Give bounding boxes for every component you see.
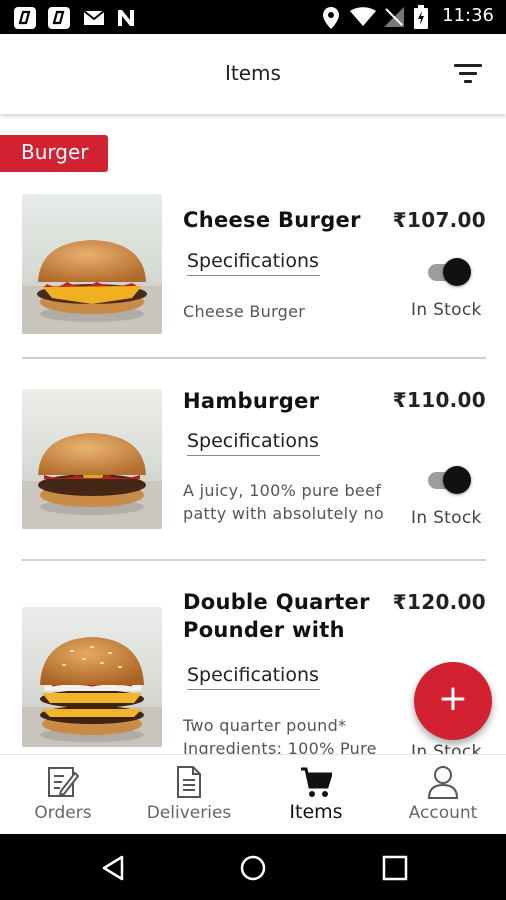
bottom-navigation: Orders Deliveries Items Account	[0, 754, 506, 834]
nav-item-account[interactable]: Account	[380, 755, 506, 835]
notification-app-icon	[14, 7, 36, 29]
back-icon[interactable]	[100, 854, 128, 882]
stock-label: In Stock	[411, 742, 482, 754]
category-tag: Burger	[0, 135, 108, 172]
nav-item-deliveries[interactable]: Deliveries	[126, 755, 252, 835]
item-description: Cheese Burger	[183, 302, 306, 321]
page-title: Items	[225, 61, 281, 85]
no-signal-icon	[384, 7, 404, 31]
battery-charging-icon	[414, 5, 428, 33]
recents-icon[interactable]	[381, 854, 409, 882]
account-icon	[427, 765, 459, 799]
item-name: Cheese Burger	[183, 208, 361, 232]
notification-app-icon	[48, 7, 70, 29]
item-price: ₹107.00	[392, 208, 486, 232]
filter-icon	[454, 64, 482, 67]
stock-toggle[interactable]	[426, 465, 472, 495]
plus-icon: +	[437, 678, 469, 719]
item-image	[22, 607, 162, 747]
nav-item-orders[interactable]: Orders	[0, 755, 126, 835]
status-time: 11:36	[442, 5, 494, 26]
specifications-button[interactable]: Specifications	[187, 250, 320, 276]
item-price: ₹110.00	[392, 388, 486, 412]
item-image	[22, 389, 162, 529]
nav-label: Orders	[34, 803, 92, 823]
n-app-icon	[115, 7, 137, 29]
app-bar: Items	[0, 34, 506, 114]
nav-item-items[interactable]: Items	[253, 755, 379, 835]
mail-icon	[83, 7, 105, 29]
item-name: Double Quarter Pounder with	[183, 590, 370, 642]
stock-toggle[interactable]	[426, 257, 472, 287]
deliveries-icon	[173, 765, 205, 799]
cart-icon	[300, 765, 334, 799]
location-icon	[322, 6, 340, 34]
toggle-knob	[443, 466, 471, 494]
toggle-knob	[443, 258, 471, 286]
divider	[22, 559, 486, 561]
wifi-icon	[350, 7, 376, 31]
item-price: ₹120.00	[392, 590, 486, 614]
home-icon[interactable]	[239, 854, 267, 882]
filter-button[interactable]	[454, 60, 484, 86]
nav-label: Items	[289, 801, 343, 823]
item-name: Hamburger	[183, 389, 320, 413]
stock-label: In Stock	[411, 508, 482, 528]
status-bar: 11:36	[0, 0, 506, 34]
specifications-button[interactable]: Specifications	[187, 664, 320, 690]
nav-label: Account	[408, 803, 478, 823]
orders-icon	[47, 765, 80, 799]
item-description: Two quarter pound* Ingredients: 100% Pur…	[183, 716, 377, 754]
nav-label: Deliveries	[146, 803, 232, 823]
stock-label: In Stock	[411, 300, 482, 320]
item-description: A juicy, 100% pure beef patty with absol…	[183, 481, 385, 523]
divider	[22, 357, 486, 359]
add-item-button[interactable]: +	[414, 662, 492, 740]
system-navigation-bar	[0, 834, 506, 900]
item-image	[22, 194, 162, 334]
specifications-button[interactable]: Specifications	[187, 430, 320, 456]
